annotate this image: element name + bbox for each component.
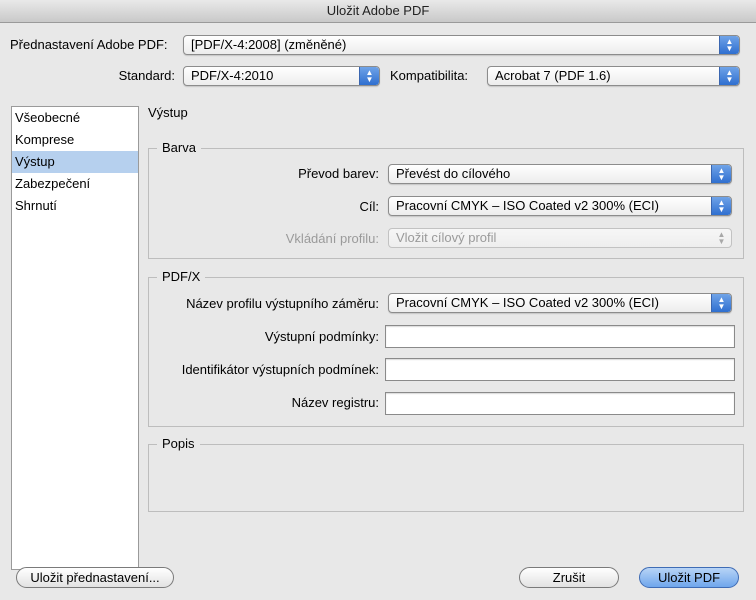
compatibility-popup[interactable]: Acrobat 7 (PDF 1.6) ▲ ▼ bbox=[487, 66, 740, 86]
sidebar-item-summary[interactable]: Shrnutí bbox=[12, 195, 138, 217]
color-conversion-popup[interactable]: Převést do cílového ▲ ▼ bbox=[388, 164, 732, 184]
destination-value: Pracovní CMYK – ISO Coated v2 300% (ECI) bbox=[396, 198, 659, 213]
preset-value: [PDF/X-4:2008] (změněné) bbox=[191, 37, 347, 52]
profile-inclusion-label: Vkládání profilu: bbox=[285, 231, 379, 246]
updown-arrows-icon: ▲ ▼ bbox=[717, 230, 726, 246]
pdfx-group-title: PDF/X bbox=[157, 269, 206, 285]
standard-value: PDF/X-4:2010 bbox=[191, 68, 274, 83]
compatibility-value: Acrobat 7 (PDF 1.6) bbox=[495, 68, 611, 83]
updown-arrows-icon: ▲ ▼ bbox=[711, 197, 731, 215]
cancel-button[interactable]: Zrušit bbox=[519, 567, 619, 588]
standard-popup[interactable]: PDF/X-4:2010 ▲ ▼ bbox=[183, 66, 380, 86]
sidebar-item-compression[interactable]: Komprese bbox=[12, 129, 138, 151]
output-condition-id-label: Identifikátor výstupních podmínek: bbox=[181, 362, 379, 377]
section-title: Výstup bbox=[148, 105, 188, 120]
description-group: Popis bbox=[148, 436, 744, 512]
preset-label: Přednastavení Adobe PDF: bbox=[10, 37, 168, 52]
output-condition-label: Výstupní podmínky: bbox=[264, 329, 379, 344]
updown-arrows-icon: ▲ ▼ bbox=[711, 294, 731, 312]
description-group-title: Popis bbox=[157, 436, 200, 452]
output-intent-label: Název profilu výstupního záměru: bbox=[186, 296, 379, 311]
registry-name-label: Název registru: bbox=[291, 395, 379, 410]
destination-popup[interactable]: Pracovní CMYK – ISO Coated v2 300% (ECI)… bbox=[388, 196, 732, 216]
profile-inclusion-value: Vložit cílový profil bbox=[396, 230, 497, 245]
registry-name-field[interactable] bbox=[385, 392, 735, 415]
save-pdf-button[interactable]: Uložit PDF bbox=[639, 567, 739, 588]
compatibility-label: Kompatibilita: bbox=[390, 68, 469, 83]
output-condition-field[interactable] bbox=[385, 325, 735, 348]
color-conversion-label: Převod barev: bbox=[298, 166, 379, 181]
category-list[interactable]: Všeobecné Komprese Výstup Zabezpečení Sh… bbox=[11, 106, 139, 570]
window-title: Uložit Adobe PDF bbox=[0, 0, 756, 23]
preset-popup[interactable]: [PDF/X-4:2008] (změněné) ▲ ▼ bbox=[183, 35, 740, 55]
sidebar-item-output[interactable]: Výstup bbox=[12, 151, 138, 173]
destination-label: Cíl: bbox=[359, 199, 380, 214]
sidebar-item-general[interactable]: Všeobecné bbox=[12, 107, 138, 129]
standard-label: Standard: bbox=[118, 68, 175, 83]
dialog-body: Přednastavení Adobe PDF: [PDF/X-4:2008] … bbox=[0, 23, 756, 600]
updown-arrows-icon: ▲ ▼ bbox=[719, 36, 739, 54]
updown-arrows-icon: ▲ ▼ bbox=[359, 67, 379, 85]
output-intent-popup[interactable]: Pracovní CMYK – ISO Coated v2 300% (ECI)… bbox=[388, 293, 732, 313]
profile-inclusion-popup: Vložit cílový profil ▲ ▼ bbox=[388, 228, 732, 248]
output-intent-value: Pracovní CMYK – ISO Coated v2 300% (ECI) bbox=[396, 295, 659, 310]
color-conversion-value: Převést do cílového bbox=[396, 166, 511, 181]
updown-arrows-icon: ▲ ▼ bbox=[719, 67, 739, 85]
color-group-title: Barva bbox=[157, 140, 201, 156]
updown-arrows-icon: ▲ ▼ bbox=[711, 165, 731, 183]
output-condition-id-field[interactable] bbox=[385, 358, 735, 381]
sidebar-item-security[interactable]: Zabezpečení bbox=[12, 173, 138, 195]
save-preset-button[interactable]: Uložit přednastavení... bbox=[16, 567, 174, 588]
